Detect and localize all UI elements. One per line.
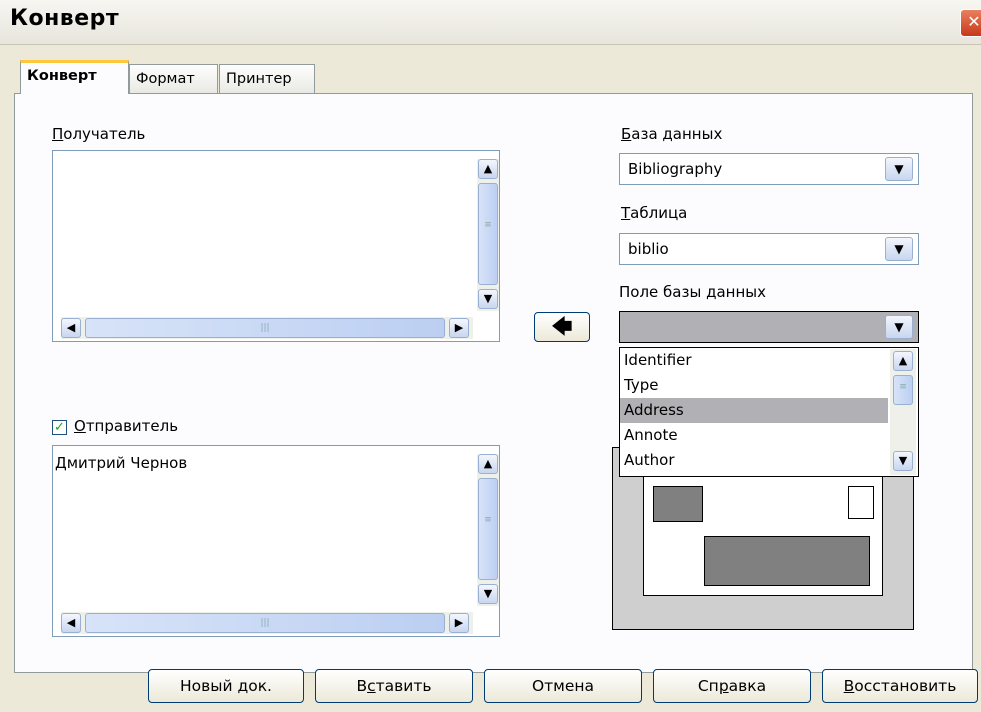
scroll-right-icon[interactable]: ▶ bbox=[449, 318, 469, 338]
window-title: Конверт bbox=[10, 6, 120, 31]
database-value: Bibliography bbox=[628, 160, 723, 178]
grip-icon: ≡ bbox=[484, 220, 492, 230]
recipient-block bbox=[704, 536, 870, 586]
tab-printer[interactable]: Принтер bbox=[219, 64, 315, 94]
insert-button[interactable]: Вставить bbox=[315, 669, 473, 703]
db-field-select[interactable]: ▼ bbox=[619, 311, 919, 343]
recipient-textbox[interactable]: ▲ ≡ ▼ ◀ ||| ▶ bbox=[52, 150, 500, 342]
chevron-down-icon[interactable]: ▼ bbox=[885, 237, 913, 261]
scroll-thumb[interactable]: ≡ bbox=[478, 183, 498, 285]
table-value: biblio bbox=[628, 240, 669, 258]
list-item[interactable]: Author bbox=[620, 448, 888, 473]
scroll-up-icon[interactable]: ▲ bbox=[893, 351, 913, 371]
scroll-down-icon[interactable]: ▼ bbox=[478, 584, 498, 604]
list-item[interactable]: Type bbox=[620, 373, 888, 398]
sender-checkbox[interactable]: ✓ bbox=[52, 420, 67, 435]
title-bar: Конверт ✕ bbox=[0, 0, 981, 45]
grip-icon: ≡ bbox=[899, 382, 907, 392]
scroll-thumb-h[interactable]: ||| bbox=[85, 613, 445, 633]
scroll-down-icon[interactable]: ▼ bbox=[478, 289, 498, 309]
close-icon[interactable]: ✕ bbox=[960, 9, 981, 37]
sender-label: Отправитель bbox=[74, 417, 179, 435]
reset-button[interactable]: Восстановить bbox=[822, 669, 978, 703]
sender-vscrollbar[interactable]: ▲ ≡ ▼ bbox=[477, 454, 499, 606]
list-item[interactable]: Identifier bbox=[620, 348, 888, 373]
scroll-up-icon[interactable]: ▲ bbox=[478, 159, 498, 179]
stamp-block bbox=[848, 486, 874, 519]
grip-icon: ||| bbox=[260, 618, 270, 628]
insert-field-arrow-button[interactable]: 🡄 bbox=[534, 312, 590, 342]
new-document-button[interactable]: Новый док. bbox=[148, 669, 304, 703]
dropdown-vscrollbar[interactable]: ▲ ≡ ▼ bbox=[890, 349, 916, 475]
database-label: База данных bbox=[621, 125, 723, 143]
sender-textbox[interactable]: Дмитрий Чернов ▲ ≡ ▼ ◀ ||| ▶ bbox=[52, 445, 500, 637]
scroll-thumb[interactable]: ≡ bbox=[478, 478, 498, 580]
recipient-vscrollbar[interactable]: ▲ ≡ ▼ bbox=[477, 159, 499, 311]
grip-icon: ≡ bbox=[484, 515, 492, 525]
sender-block bbox=[653, 486, 703, 522]
help-button[interactable]: Справка bbox=[653, 669, 811, 703]
db-field-label: Поле базы данных bbox=[619, 283, 766, 301]
cancel-button[interactable]: Отмена bbox=[484, 669, 642, 703]
tab-format[interactable]: Формат bbox=[129, 64, 218, 94]
sender-text: Дмитрий Чернов bbox=[55, 454, 188, 472]
database-select[interactable]: Bibliography ▼ bbox=[619, 153, 919, 185]
chevron-down-icon[interactable]: ▼ bbox=[885, 315, 913, 339]
recipient-hscrollbar[interactable]: ◀ ||| ▶ bbox=[61, 317, 473, 339]
db-field-dropdown-list[interactable]: Identifier Type Address Annote Author ▲ … bbox=[619, 347, 919, 477]
grip-icon: ||| bbox=[260, 323, 270, 333]
list-item-selected[interactable]: Address bbox=[620, 398, 888, 423]
table-select[interactable]: biblio ▼ bbox=[619, 233, 919, 265]
scroll-left-icon[interactable]: ◀ bbox=[61, 318, 81, 338]
scroll-thumb-h[interactable]: ||| bbox=[85, 318, 445, 338]
tab-envelope[interactable]: Конверт bbox=[20, 60, 129, 94]
sender-hscrollbar[interactable]: ◀ ||| ▶ bbox=[61, 612, 473, 634]
scroll-right-icon[interactable]: ▶ bbox=[449, 613, 469, 633]
table-label: Таблица bbox=[621, 204, 688, 222]
scroll-down-icon[interactable]: ▼ bbox=[893, 451, 913, 471]
list-item[interactable]: Annote bbox=[620, 423, 888, 448]
scroll-up-icon[interactable]: ▲ bbox=[478, 454, 498, 474]
scroll-thumb[interactable]: ≡ bbox=[893, 375, 913, 405]
scroll-left-icon[interactable]: ◀ bbox=[61, 613, 81, 633]
envelope-shape bbox=[643, 474, 883, 596]
recipient-label: Получатель bbox=[52, 125, 146, 143]
chevron-down-icon[interactable]: ▼ bbox=[885, 157, 913, 181]
